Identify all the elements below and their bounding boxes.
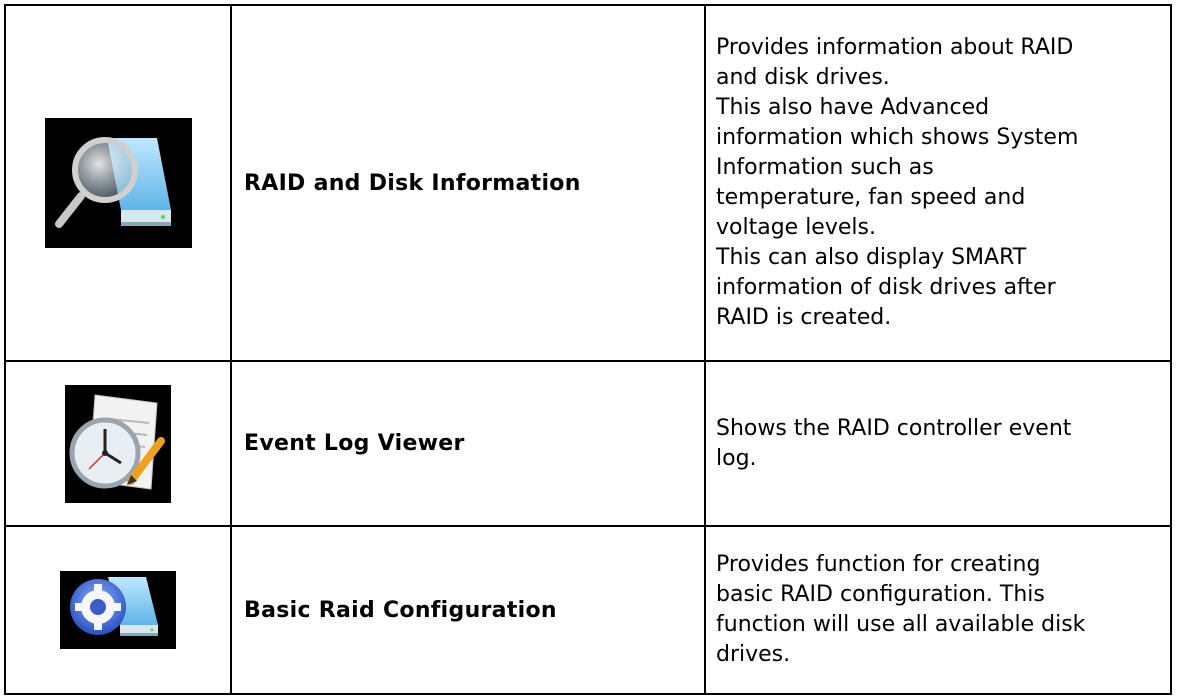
description-line: basic RAID configuration. This xyxy=(716,582,1045,607)
row-name: Basic Raid Configuration xyxy=(230,525,706,695)
icon-cell xyxy=(4,525,232,695)
row-name: RAID and Disk Information xyxy=(230,4,706,362)
description-line: This can also display SMART xyxy=(716,245,1027,270)
description-line: function will use all available disk xyxy=(716,612,1086,637)
description-line: voltage levels. xyxy=(716,215,876,240)
row-description: Provides function for creating basic RAI… xyxy=(704,525,1172,695)
description-line: temperature, fan speed and xyxy=(716,185,1026,210)
description-line: RAID is created. xyxy=(716,305,892,330)
description-line: log. xyxy=(716,445,757,471)
table-row: Event Log Viewer Shows the RAID controll… xyxy=(4,360,1172,527)
description-line: information of disk drives after xyxy=(716,275,1056,300)
description-line: Shows the RAID controller event xyxy=(716,415,1072,441)
row-name: Event Log Viewer xyxy=(230,360,706,527)
row-description: Shows the RAID controller event log. xyxy=(704,360,1172,527)
description-line: Provides function for creating xyxy=(716,552,1041,577)
table-row: Basic Raid Configuration Provides functi… xyxy=(4,525,1172,695)
description-line: Provides information about RAID xyxy=(716,35,1074,60)
table-row: RAID and Disk Information Provides infor… xyxy=(4,4,1172,362)
description-line: drives. xyxy=(716,642,791,667)
row-description: Provides information about RAID and disk… xyxy=(704,4,1172,362)
description-line: information which shows System xyxy=(716,125,1079,150)
feature-table: RAID and Disk Information Provides infor… xyxy=(4,4,1172,695)
icon-cell xyxy=(4,4,232,362)
raid-configuration-icon xyxy=(60,571,176,649)
icon-cell xyxy=(4,360,232,527)
description-line: and disk drives. xyxy=(716,65,890,90)
description-line: This also have Advanced xyxy=(716,95,990,120)
event-log-icon xyxy=(65,384,171,503)
description-line: Information such as xyxy=(716,155,934,180)
raid-disk-info-icon xyxy=(44,118,192,248)
